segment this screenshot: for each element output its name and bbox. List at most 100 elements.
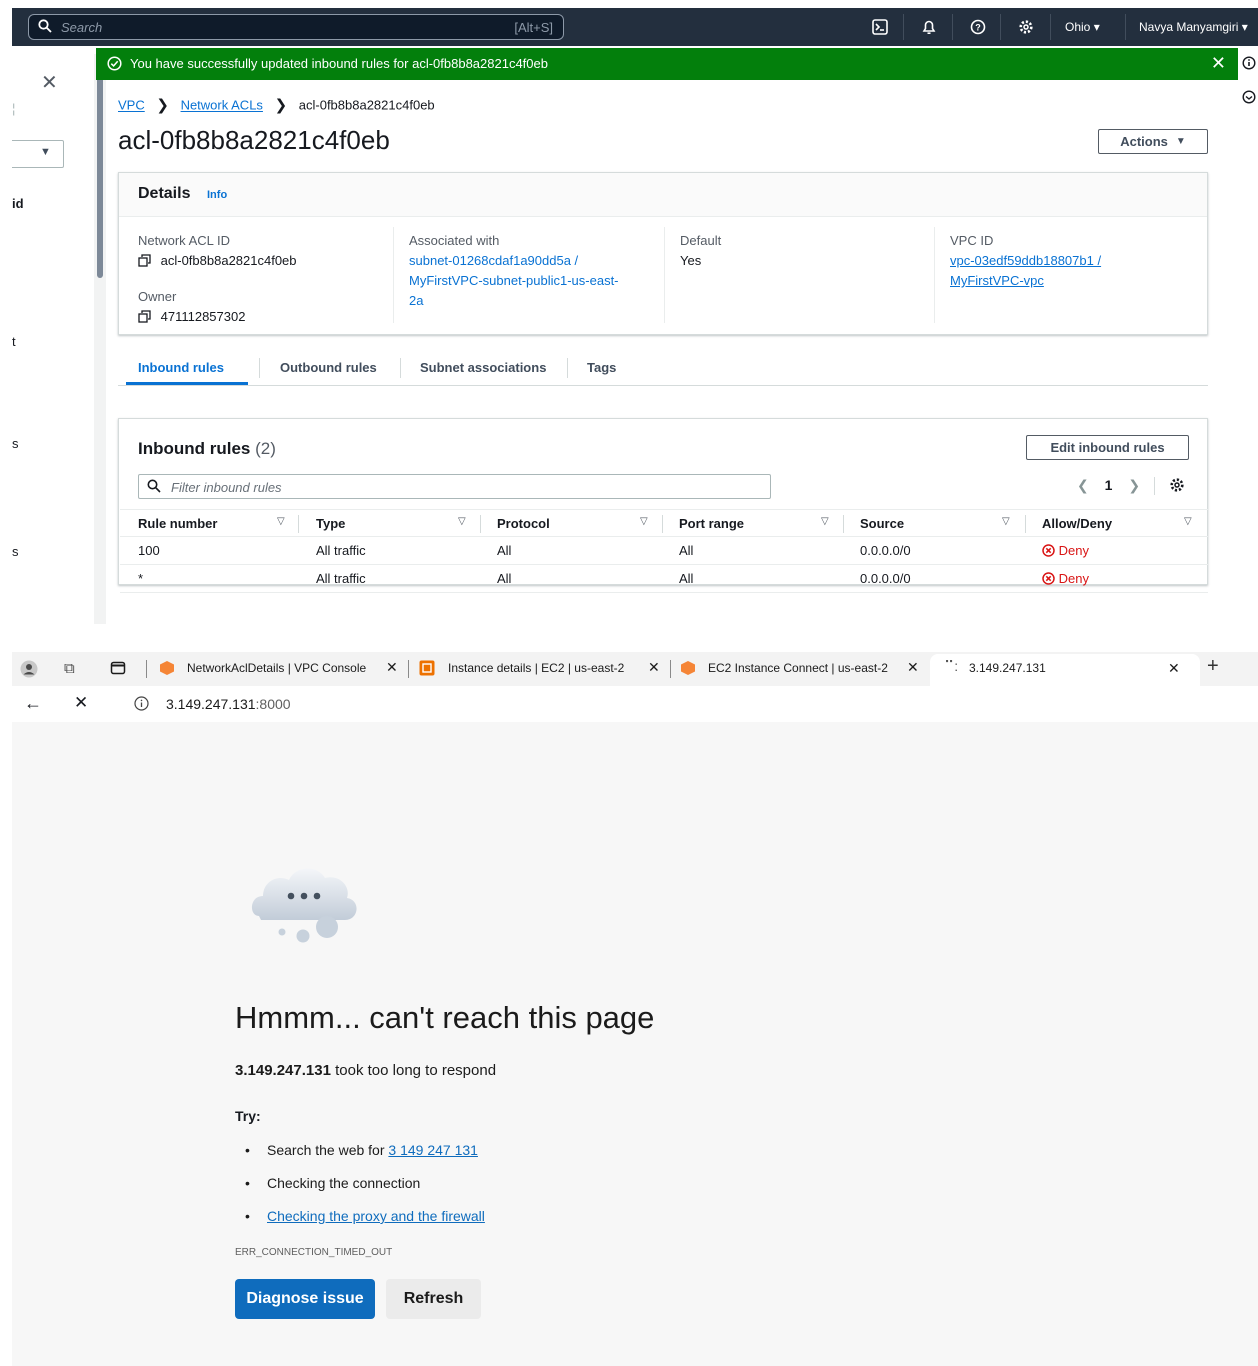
- current-page[interactable]: 1: [1105, 477, 1113, 493]
- stop-loading-icon[interactable]: ✕: [74, 693, 88, 713]
- sort-icon[interactable]: ▽: [640, 516, 648, 527]
- close-tab-icon[interactable]: ✕: [1168, 660, 1180, 677]
- region-label: Ohio: [1065, 20, 1091, 34]
- filter-placeholder: Filter inbound rules: [171, 480, 282, 495]
- table-preferences-gear-icon[interactable]: [1169, 478, 1185, 496]
- url-field[interactable]: 3.149.247.131:8000: [166, 696, 291, 712]
- svg-text:?: ?: [975, 23, 981, 33]
- breadcrumb-vpc[interactable]: VPC: [118, 98, 145, 113]
- close-tab-icon[interactable]: ✕: [648, 659, 660, 676]
- top-navigation-bar: Search [Alt+S] ? Ohio ▾ Navya Manyamgiri…: [12, 8, 1258, 46]
- help-icon[interactable]: ?: [968, 17, 988, 37]
- sort-icon[interactable]: ▽: [277, 516, 285, 527]
- associated-subnet-link[interactable]: subnet-01268cdaf1a90dd5a / MyFirstVPC-su…: [409, 251, 619, 311]
- diagnose-issue-button[interactable]: Diagnose issue: [235, 1279, 375, 1319]
- copy-icon[interactable]: [138, 309, 151, 329]
- browser-tab-instance-details[interactable]: Instance details | EC2 | us-east-2: [448, 661, 624, 675]
- close-nav-icon[interactable]: ✕: [41, 70, 58, 95]
- column-header-type[interactable]: Type: [316, 516, 345, 531]
- refresh-button[interactable]: Refresh: [386, 1279, 481, 1319]
- chevron-down-icon: ▼: [40, 146, 51, 158]
- browser-tab-active[interactable]: ⠉: 3.149.247.131 ✕: [930, 654, 1200, 686]
- column-header-source[interactable]: Source: [860, 516, 904, 531]
- info-panel-icon[interactable]: [1242, 56, 1256, 75]
- sort-icon[interactable]: ▽: [1002, 516, 1010, 527]
- loading-spinner-icon: ⠉:: [944, 658, 959, 674]
- allow-deny-cell: Deny: [1042, 543, 1089, 558]
- close-tab-icon[interactable]: ✕: [386, 659, 398, 676]
- browser-tab-ec2-instance-connect[interactable]: EC2 Instance Connect | us-east-2: [708, 661, 888, 675]
- breadcrumb-current: acl-0fb8b8a2821c4f0eb: [298, 97, 435, 113]
- edit-inbound-rules-button[interactable]: Edit inbound rules: [1026, 435, 1189, 460]
- aws-favicon-icon: [680, 660, 696, 679]
- deny-x-icon: [1042, 543, 1055, 558]
- tab-actions-icon[interactable]: [110, 660, 126, 679]
- close-tab-icon[interactable]: ✕: [907, 659, 919, 676]
- allow-deny-cell: Deny: [1042, 571, 1089, 586]
- error-host: 3.149.247.131: [235, 1062, 331, 1079]
- rule-number-cell: 100: [138, 543, 160, 558]
- breadcrumb: VPC ❯ Network ACLs ❯ acl-0fb8b8a2821c4f0…: [118, 96, 435, 114]
- vpc-id-line: vpc-03edf59ddb18807b1 /: [950, 253, 1102, 268]
- caret-down-icon: ▼: [1175, 136, 1186, 147]
- sort-icon[interactable]: ▽: [458, 516, 466, 527]
- tab-tags[interactable]: Tags: [587, 360, 616, 375]
- site-info-icon[interactable]: [134, 696, 149, 714]
- feedback-icon[interactable]: [1242, 90, 1256, 109]
- rule-number-cell: *: [138, 571, 144, 586]
- deny-label: Deny: [1058, 571, 1089, 586]
- network-acl-id-value: acl-0fb8b8a2821c4f0eb: [160, 253, 297, 268]
- associated-line: 2a: [409, 293, 424, 308]
- type-cell: All traffic: [316, 543, 366, 558]
- cloudshell-icon[interactable]: [870, 17, 890, 37]
- browser-tab-vpc-console[interactable]: NetworkAclDetails | VPC Console: [187, 661, 366, 675]
- table-row[interactable]: 100 All traffic All All 0.0.0.0/0 Deny: [120, 537, 1208, 565]
- tab-subnet-associations[interactable]: Subnet associations: [420, 360, 546, 375]
- sort-icon[interactable]: ▽: [821, 516, 829, 527]
- workspaces-icon[interactable]: ⧉: [64, 660, 75, 677]
- actions-button[interactable]: Actions ▼: [1098, 129, 1208, 154]
- search-shortcut: [Alt+S]: [514, 20, 553, 35]
- settings-gear-icon[interactable]: [1016, 17, 1036, 37]
- acl-tabs: Inbound rules Outbound rules Subnet asso…: [118, 354, 1208, 386]
- proxy-firewall-link[interactable]: Checking the proxy and the firewall: [267, 1208, 485, 1224]
- dismiss-flash-icon[interactable]: ✕: [1211, 53, 1226, 74]
- new-tab-icon[interactable]: +: [1207, 655, 1219, 678]
- notifications-bell-icon[interactable]: [919, 17, 939, 37]
- vpc-id-link[interactable]: vpc-03edf59ddb18807b1 / MyFirstVPC-vpc: [950, 251, 1101, 291]
- tab-outbound-rules[interactable]: Outbound rules: [280, 360, 377, 375]
- column-header-port-range[interactable]: Port range: [679, 516, 744, 531]
- nav-divider-mark: ¦: [12, 101, 16, 116]
- tab-inbound-rules[interactable]: Inbound rules: [138, 360, 224, 375]
- column-header-protocol[interactable]: Protocol: [497, 516, 550, 531]
- column-header-allow-deny[interactable]: Allow/Deny: [1042, 516, 1112, 531]
- sort-icon[interactable]: ▽: [1184, 516, 1192, 527]
- account-menu[interactable]: Navya Manyamgiri ▾: [1139, 20, 1248, 34]
- info-link[interactable]: Info: [207, 189, 227, 201]
- next-page-icon[interactable]: ❯: [1128, 477, 1140, 493]
- nav-item-fragment[interactable]: s: [12, 544, 19, 559]
- associated-line: subnet-01268cdaf1a90dd5a /: [409, 253, 579, 268]
- column-header-rule-number[interactable]: Rule number: [138, 516, 217, 531]
- aws-console-window: Search [Alt+S] ? Ohio ▾ Navya Manyamgiri…: [12, 8, 1258, 624]
- deny-x-icon: [1042, 571, 1055, 586]
- copy-icon[interactable]: [138, 253, 151, 273]
- back-arrow-icon[interactable]: ←: [24, 693, 42, 714]
- nav-item-fragment[interactable]: t: [12, 334, 16, 349]
- scrollbar-thumb[interactable]: [97, 66, 103, 278]
- region-selector[interactable]: Ohio ▾: [1065, 20, 1100, 34]
- deny-label: Deny: [1058, 543, 1089, 558]
- nav-item-fragment[interactable]: s: [12, 436, 19, 451]
- nav-scrollbar[interactable]: ▲: [94, 54, 106, 624]
- breadcrumb-network-acls[interactable]: Network ACLs: [181, 98, 263, 113]
- network-acl-id-label: Network ACL ID: [138, 233, 230, 248]
- nav-item-fragment[interactable]: id: [12, 196, 24, 211]
- previous-page-icon[interactable]: ❮: [1077, 477, 1089, 493]
- nav-select[interactable]: ▼: [12, 140, 64, 168]
- filter-inbound-rules-input[interactable]: Filter inbound rules: [138, 474, 771, 499]
- search-web-link[interactable]: 3 149 247 131: [388, 1142, 478, 1158]
- search-input[interactable]: Search [Alt+S]: [28, 14, 564, 40]
- table-row[interactable]: * All traffic All All 0.0.0.0/0 Deny: [120, 565, 1208, 593]
- profile-icon[interactable]: [20, 660, 38, 681]
- search-placeholder: Search: [61, 20, 103, 35]
